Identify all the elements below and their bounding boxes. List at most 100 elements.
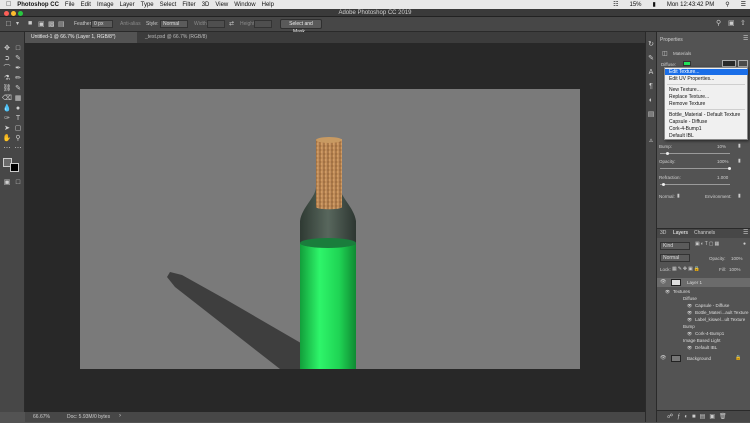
filter-toggle-icon[interactable]: ● [743, 241, 746, 247]
menu-file[interactable]: File [65, 2, 75, 8]
list-item[interactable]: Image Based Light [657, 337, 750, 344]
tab-properties[interactable]: Properties [660, 36, 683, 45]
panel-menu-icon[interactable]: ☰ [743, 35, 748, 42]
eye-icon[interactable]: 👁 [687, 316, 692, 323]
quick-mask-icon[interactable]: ▣ [2, 178, 12, 187]
list-item[interactable]: 👁 Bottle_Materi...ault Texture [657, 309, 750, 316]
eye-icon[interactable]: 👁 [687, 302, 692, 309]
opacity-folder-icon[interactable]: ▮ [738, 158, 741, 164]
document-canvas[interactable] [80, 89, 580, 369]
antialias-checkbox[interactable]: Anti-alias [120, 21, 141, 27]
path-selection-tool-icon[interactable]: ➤ [2, 124, 12, 133]
edit-toolbar-icon[interactable]: ⋯ [2, 144, 12, 153]
layer-row-layer-1[interactable]: 👁 Layer 1 [657, 278, 750, 287]
height-input[interactable] [254, 20, 272, 28]
tab-3d[interactable]: 3D [660, 229, 666, 238]
menu-item-edit-texture[interactable]: Edit Texture... [665, 69, 748, 75]
material-preview[interactable] [722, 60, 736, 67]
app-menu[interactable]: Photoshop CC [17, 2, 59, 8]
layer-opacity-value[interactable]: 100% [731, 256, 743, 261]
lock-icons[interactable]: ▦✎✥▣🔒 [672, 266, 701, 272]
new-selection-icon[interactable]: ■ [28, 20, 32, 27]
screen-mode-icon[interactable]: □ [13, 178, 23, 187]
eye-icon[interactable]: 👁 [665, 288, 670, 295]
marquee-tool-icon[interactable]: □ [13, 44, 23, 53]
opacity-slider[interactable] [660, 167, 731, 170]
apple-icon[interactable]:  [6, 1, 11, 8]
menu-list-icon[interactable]: ☰ [741, 1, 746, 8]
background-color-swatch[interactable] [10, 163, 19, 172]
list-item[interactable]: 👁 Default IBL [657, 344, 750, 351]
eraser-tool-icon[interactable]: ⌫ [2, 94, 12, 103]
wifi-icon[interactable]: ☷ [613, 1, 618, 8]
more-tools-icon[interactable]: ⋯ [13, 144, 23, 153]
layer-kind-filter[interactable]: Kind [660, 242, 690, 250]
layer-filter-icons[interactable]: ▣◐T▢▦ [695, 241, 720, 247]
eye-icon[interactable]: 👁 [687, 309, 692, 316]
bump-slider[interactable] [660, 152, 730, 155]
list-item[interactable]: 👁 Capsule - Diffuse [657, 302, 750, 309]
menu-type[interactable]: Type [141, 2, 154, 8]
blur-tool-icon[interactable]: 💧 [2, 104, 12, 113]
bump-slider-knob[interactable] [666, 152, 669, 155]
history-brush-tool-icon[interactable]: ✎ [13, 84, 23, 93]
tab-channels[interactable]: Channels [694, 229, 715, 238]
history-panel-icon[interactable]: ↻ [646, 40, 656, 49]
rectangle-tool-icon[interactable]: ▢ [13, 124, 23, 133]
intersect-selection-icon[interactable]: ▤ [58, 20, 65, 28]
clock[interactable]: Mon 12:43:42 PM [667, 2, 714, 8]
swap-dimensions-icon[interactable]: ⇄ [229, 20, 234, 27]
menu-item-new-texture[interactable]: New Texture... [665, 87, 748, 93]
quick-selection-tool-icon[interactable]: ✎ [13, 54, 23, 63]
menu-item-default-ibl[interactable]: Default IBL [665, 133, 748, 139]
menu-item-capsule-diffuse[interactable]: Capsule - Diffuse [665, 119, 748, 125]
opacity-value[interactable]: 100% [717, 159, 729, 164]
add-selection-icon[interactable]: ▣ [38, 20, 45, 28]
dodge-tool-icon[interactable]: ● [13, 104, 23, 113]
workspace-icon[interactable]: ▣ [728, 19, 735, 27]
select-and-mask-button[interactable]: Select and Mask... [280, 19, 322, 35]
menu-edit[interactable]: Edit [81, 2, 91, 8]
menu-item-edit-uv[interactable]: Edit UV Properties... [665, 76, 748, 82]
menu-item-replace-texture[interactable]: Replace Texture... [665, 94, 748, 100]
bump-value[interactable]: 10% [717, 144, 726, 149]
type-tool-icon[interactable]: T [13, 114, 23, 123]
menu-image[interactable]: Image [97, 2, 114, 8]
libraries-panel-icon[interactable]: ▤ [646, 110, 656, 119]
normal-folder-icon[interactable]: ▮ [677, 193, 680, 199]
character-panel-icon[interactable]: A [646, 68, 656, 77]
zoom-tool-icon[interactable]: ⚲ [13, 134, 23, 143]
status-chevron-icon[interactable]: › [119, 413, 121, 419]
move-tool-icon[interactable]: ✥ [2, 44, 12, 53]
environment-folder-icon[interactable]: ▮ [738, 193, 741, 199]
style-select[interactable]: Normal [160, 20, 188, 28]
marquee-tool-icon[interactable]: □ [6, 19, 11, 28]
menu-layer[interactable]: Layer [120, 2, 135, 8]
menu-item-remove-texture[interactable]: Remove Texture [665, 101, 748, 107]
fill-value[interactable]: 100% [729, 267, 741, 272]
menu-help[interactable]: Help [262, 2, 274, 8]
hand-tool-icon[interactable]: ✋ [2, 134, 12, 143]
healing-brush-tool-icon[interactable]: ⚗ [2, 74, 12, 83]
subtract-selection-icon[interactable]: ▩ [48, 20, 55, 28]
tab-untitled-1[interactable]: Untitled-1 @ 66.7% (Layer 1, RGB/8*) [25, 32, 137, 43]
gradient-tool-icon[interactable]: ▦ [13, 94, 23, 103]
brush-tool-icon[interactable]: ✏ [13, 74, 23, 83]
paragraph-panel-icon[interactable]: ¶ [646, 82, 656, 91]
crop-tool-icon[interactable]: ⌒ [2, 64, 12, 73]
visibility-eye-icon[interactable]: 👁 [660, 354, 666, 363]
menu-filter[interactable]: Filter [182, 2, 195, 8]
eye-icon[interactable]: 👁 [687, 330, 692, 337]
share-icon[interactable]: ⇧ [740, 19, 746, 27]
layer-row-background[interactable]: 👁 Background 🔒 [657, 354, 750, 363]
search-icon[interactable]: ⚲ [716, 19, 721, 27]
battery-percent[interactable]: 15% [630, 2, 642, 8]
zoom-level[interactable]: 66.67% [33, 414, 50, 420]
pen-tool-icon[interactable]: ✑ [2, 114, 12, 123]
list-item[interactable]: Bump [657, 323, 750, 330]
eye-icon[interactable]: 👁 [687, 344, 692, 351]
refraction-slider-knob[interactable] [662, 183, 665, 186]
menu-item-bottle-material[interactable]: Bottle_Material - Default Texture [665, 112, 748, 118]
list-item[interactable]: 👁 Label_kiswel...ult Texture [657, 316, 750, 323]
blend-mode-select[interactable]: Normal [660, 254, 690, 262]
